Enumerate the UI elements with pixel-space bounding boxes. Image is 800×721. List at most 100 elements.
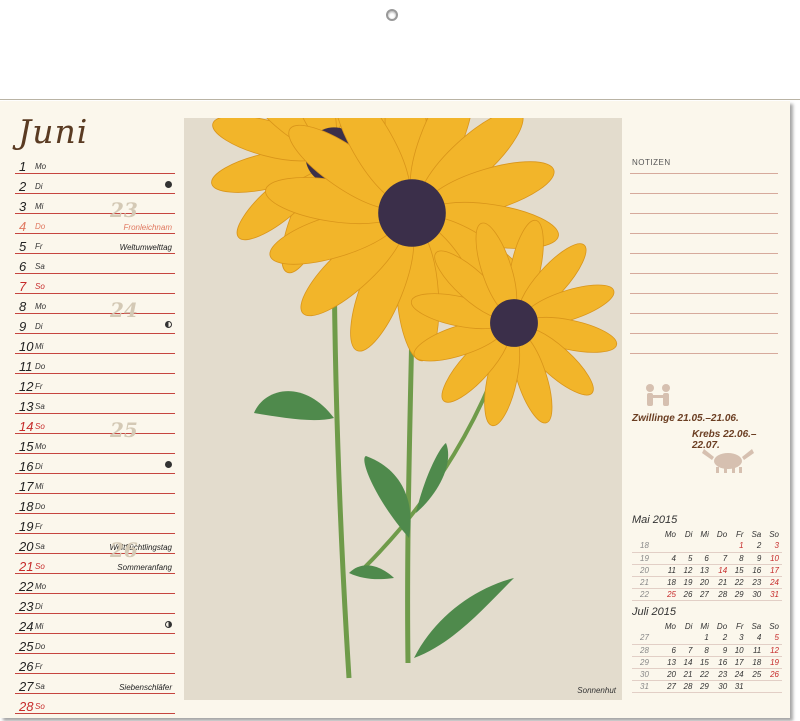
weekday-label: Fr xyxy=(35,242,43,251)
date-cell: 21 xyxy=(711,576,731,589)
date-cell xyxy=(746,680,765,693)
day-row: 28 So xyxy=(15,694,175,714)
day-number: 8 xyxy=(19,299,27,314)
date-cell: 26 xyxy=(764,668,782,681)
week-number: 24 xyxy=(110,298,138,322)
weekday-label: Fr xyxy=(35,382,43,391)
weekday-label: Mo xyxy=(35,162,47,171)
weekday-label: Do xyxy=(35,222,46,231)
notes-label: NOTIZEN xyxy=(632,158,671,167)
day-number: 7 xyxy=(19,279,27,294)
weekday-label: Do xyxy=(35,642,46,651)
date-cell: 11 xyxy=(746,644,765,657)
mini-calendar-title: Mai 2015 xyxy=(632,514,678,526)
flower-center xyxy=(490,299,538,347)
day-row: 25 Do xyxy=(15,634,175,654)
month-title: Juni xyxy=(18,112,89,151)
day-row: 16 Di xyxy=(15,454,175,474)
day-number: 21 xyxy=(19,559,34,574)
day-number: 27 xyxy=(19,679,34,694)
date-cell: 18 xyxy=(746,656,765,669)
date-cell: 5 xyxy=(679,552,696,565)
weekday-label: Mi xyxy=(35,342,44,351)
day-number: 4 xyxy=(19,219,27,234)
date-cell: 13 xyxy=(695,564,712,577)
day-number: 10 xyxy=(19,339,34,354)
day-row: 7 So xyxy=(15,274,175,294)
weekday-label: Do xyxy=(35,502,46,511)
weekday-header: So xyxy=(769,621,779,631)
weekday-label: Di xyxy=(35,462,43,471)
week-number-cell: 28 xyxy=(632,644,660,657)
day-row: 21 So Sommeranfang xyxy=(15,554,175,574)
day-row: 12 Fr xyxy=(15,374,175,394)
day-row: 3 Mi xyxy=(15,194,175,214)
day-row: 1 Mo xyxy=(15,154,175,174)
date-cell: 7 xyxy=(679,644,696,657)
weekday-header: Mo xyxy=(664,621,676,631)
date-cell: 15 xyxy=(730,564,747,577)
week-number-cell: 18 xyxy=(632,540,660,553)
weekday-label: Fr xyxy=(35,662,43,671)
weekday-label: So xyxy=(35,422,45,431)
day-number: 18 xyxy=(19,499,34,514)
moon-phase-icon xyxy=(165,321,172,328)
day-row: 23 Di xyxy=(15,594,175,614)
day-row: 11 Do xyxy=(15,354,175,374)
day-number: 25 xyxy=(19,639,34,654)
day-row: 6 Sa xyxy=(15,254,175,274)
date-cell: 3 xyxy=(764,540,782,553)
weekday-label: Mi xyxy=(35,482,44,491)
date-cell xyxy=(659,540,679,553)
leaf xyxy=(364,456,411,538)
date-cell: 27 xyxy=(659,680,679,693)
weekday-label: So xyxy=(35,702,45,711)
weekday-label: Mo xyxy=(35,582,47,591)
date-cell: 26 xyxy=(679,588,696,601)
date-cell: 17 xyxy=(764,564,782,577)
day-number: 11 xyxy=(19,359,33,374)
date-cell: 18 xyxy=(659,576,679,589)
weekday-header: Di xyxy=(684,529,693,539)
note-line xyxy=(630,294,778,314)
day-row: 8 Mo xyxy=(15,294,175,314)
mini-calendar-may: Mai 2015 Mo Di Mi Do Fr Sa So 18 1 2 3 19 4 5 6 7 8 9 10 20 1… xyxy=(632,514,782,601)
week-number-cell: 31 xyxy=(632,680,660,693)
zodiac-cancer-label: Krebs 22.06.–22.07. xyxy=(692,429,757,451)
day-number: 28 xyxy=(19,699,34,714)
date-cell: 29 xyxy=(695,680,712,693)
leaf xyxy=(254,391,334,421)
date-cell: 13 xyxy=(659,656,679,669)
day-number: 5 xyxy=(19,239,27,254)
hanging-hole xyxy=(386,9,398,21)
day-row: 19 Fr xyxy=(15,514,175,534)
weekday-label: Mo xyxy=(35,442,47,451)
weekday-label: Fr xyxy=(35,522,43,531)
weekday-header: So xyxy=(769,529,779,539)
day-row: 15 Mo xyxy=(15,434,175,454)
week-number: 26 xyxy=(110,538,138,562)
date-cell: 29 xyxy=(730,588,747,601)
date-cell: 19 xyxy=(764,656,782,669)
day-row: 13 Sa xyxy=(15,394,175,414)
weekday-header: Do xyxy=(716,529,728,539)
weekday-header: Mi xyxy=(700,621,709,631)
date-cell: 2 xyxy=(746,540,765,553)
day-number: 19 xyxy=(19,519,34,534)
weekday-label: Mi xyxy=(35,202,44,211)
date-cell: 30 xyxy=(746,588,765,601)
date-cell: 14 xyxy=(711,564,731,577)
calendar-page: Juni 1 Mo 2 Di 3 Mi 4 Do Fronleichnam 5 Fr Weltumwe… xyxy=(0,0,800,721)
day-row: 29Mo xyxy=(15,714,175,721)
day-row: 18 Do xyxy=(15,494,175,514)
date-cell: 7 xyxy=(711,552,731,565)
date-cell: 12 xyxy=(764,644,782,657)
date-cell: 24 xyxy=(730,668,747,681)
date-cell: 9 xyxy=(711,644,731,657)
date-cell: 9 xyxy=(746,552,765,565)
day-list: 1 Mo 2 Di 3 Mi 4 Do Fronleichnam 5 Fr Weltumwelttag… xyxy=(15,154,175,721)
day-note: Sommeranfang xyxy=(117,563,172,572)
date-cell xyxy=(764,680,782,693)
day-number: 14 xyxy=(19,419,34,434)
date-cell: 10 xyxy=(764,552,782,565)
